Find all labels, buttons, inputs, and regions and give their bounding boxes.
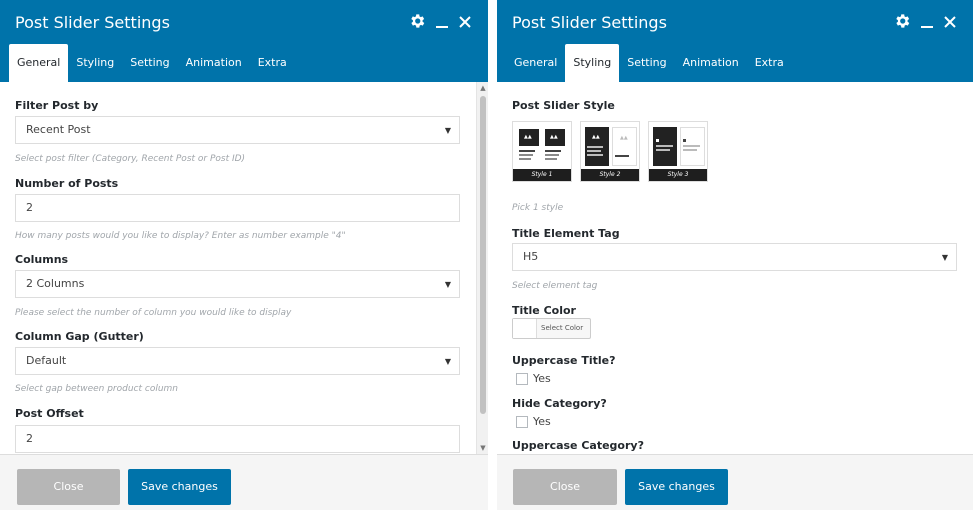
post-slider-style-label: Post Slider Style (512, 99, 615, 112)
settings-dialog-styling: Post Slider Settings General Styling Set… (497, 0, 973, 510)
style-option-label: Style 1 (513, 169, 571, 181)
number-posts-help: How many posts would you like to display… (15, 231, 346, 241)
uppercase-title-checkbox[interactable]: Yes (516, 372, 551, 385)
select-color-button: Select Color (541, 324, 584, 332)
dialog-header: Post Slider Settings General Styling Set… (0, 0, 488, 82)
column-gap-help: Select gap between product column (15, 384, 179, 394)
tab-setting[interactable]: Setting (619, 44, 674, 82)
header-icons (884, 12, 957, 34)
column-gap-value: Default (26, 354, 67, 367)
number-posts-value: 2 (26, 201, 33, 214)
color-swatch (513, 319, 537, 338)
close-icon[interactable] (943, 14, 957, 33)
tab-animation[interactable]: Animation (675, 44, 747, 82)
gear-icon[interactable] (408, 12, 426, 34)
checkbox[interactable] (516, 415, 528, 428)
chevron-down-icon: ▼ (444, 280, 451, 289)
style-picker: ▲▲ ▲▲ Style 1 ▲▲ ▲▲ Style 2 Style 3 (512, 121, 716, 182)
style-option-label: Style 2 (581, 169, 639, 181)
post-offset-value: 2 (26, 432, 33, 445)
hide-category-checkbox[interactable]: Yes (516, 415, 551, 428)
close-icon[interactable] (458, 14, 472, 33)
save-changes-button[interactable]: Save changes (128, 469, 231, 505)
number-posts-label: Number of Posts (15, 177, 119, 190)
checkbox-label: Yes (533, 415, 551, 428)
title-color-label: Title Color (512, 304, 576, 317)
header-icons (399, 12, 472, 34)
column-gap-label: Column Gap (Gutter) (15, 330, 144, 343)
uppercase-title-label: Uppercase Title? (512, 354, 616, 367)
tab-extra[interactable]: Extra (250, 44, 295, 82)
dialog-footer: Close Save changes (0, 454, 488, 510)
columns-select[interactable]: 2 Columns ▼ (15, 270, 460, 298)
post-offset-input[interactable]: 2 (15, 425, 460, 453)
style-option-label: Style 3 (649, 169, 707, 181)
tab-styling[interactable]: Styling (68, 44, 122, 82)
filter-post-help: Select post filter (Category, Recent Pos… (15, 154, 246, 164)
checkbox[interactable] (516, 372, 528, 385)
filter-post-select[interactable]: Recent Post ▼ (15, 116, 460, 144)
scroll-down-arrow-icon[interactable]: ▼ (477, 442, 488, 454)
tab-extra[interactable]: Extra (747, 44, 792, 82)
filter-post-value: Recent Post (26, 123, 91, 136)
uppercase-category-label: Uppercase Category? (512, 439, 644, 452)
minimize-icon[interactable] (435, 12, 449, 34)
title-color-picker[interactable]: Select Color (512, 318, 591, 339)
tab-bar: General Styling Setting Animation Extra (9, 44, 295, 82)
tab-setting[interactable]: Setting (122, 44, 177, 82)
columns-value: 2 Columns (26, 277, 85, 290)
style-option-3[interactable]: Style 3 (648, 121, 708, 182)
chevron-down-icon: ▼ (444, 126, 451, 135)
dialog-title: Post Slider Settings (15, 13, 170, 32)
number-posts-input[interactable]: 2 (15, 194, 460, 222)
tab-animation[interactable]: Animation (178, 44, 250, 82)
chevron-down-icon: ▼ (941, 253, 948, 262)
checkbox-label: Yes (533, 372, 551, 385)
gear-icon[interactable] (893, 12, 911, 34)
settings-dialog-general: Post Slider Settings General Styling Set… (0, 0, 488, 510)
title-tag-label: Title Element Tag (512, 227, 620, 240)
title-tag-help: Select element tag (512, 281, 598, 291)
thumb-image-icon: ▲▲ (545, 129, 565, 146)
style-option-1[interactable]: ▲▲ ▲▲ Style 1 (512, 121, 572, 182)
scrollbar-thumb[interactable] (480, 96, 486, 414)
style-help: Pick 1 style (512, 203, 564, 213)
content-scrollbar[interactable]: ▲ ▼ (476, 82, 488, 454)
tab-general[interactable]: General (506, 44, 565, 82)
dialog-header: Post Slider Settings General Styling Set… (497, 0, 973, 82)
tab-styling[interactable]: Styling (565, 44, 620, 82)
style-option-2[interactable]: ▲▲ ▲▲ Style 2 (580, 121, 640, 182)
save-changes-button[interactable]: Save changes (625, 469, 728, 505)
dialog-title: Post Slider Settings (512, 13, 667, 32)
close-button[interactable]: Close (513, 469, 617, 505)
settings-content: Post Slider Style ▲▲ ▲▲ Style 1 ▲▲ ▲▲ St… (497, 82, 973, 454)
hide-category-label: Hide Category? (512, 397, 607, 410)
minimize-icon[interactable] (920, 12, 934, 34)
columns-help: Please select the number of column you w… (15, 308, 292, 318)
settings-content: Filter Post by Recent Post ▼ Select post… (0, 82, 488, 454)
title-tag-value: H5 (523, 250, 539, 263)
chevron-down-icon: ▼ (444, 357, 451, 366)
columns-label: Columns (15, 253, 69, 266)
post-offset-label: Post Offset (15, 407, 84, 420)
thumb-image-icon: ▲▲ (519, 129, 539, 146)
scroll-up-arrow-icon[interactable]: ▲ (477, 82, 488, 94)
close-button[interactable]: Close (17, 469, 120, 505)
dialog-footer: Close Save changes (497, 454, 973, 510)
tab-general[interactable]: General (9, 44, 69, 82)
column-gap-select[interactable]: Default ▼ (15, 347, 460, 375)
tab-bar: General Styling Setting Animation Extra (506, 44, 792, 82)
filter-post-label: Filter Post by (15, 99, 99, 112)
title-tag-select[interactable]: H5 ▼ (512, 243, 957, 271)
